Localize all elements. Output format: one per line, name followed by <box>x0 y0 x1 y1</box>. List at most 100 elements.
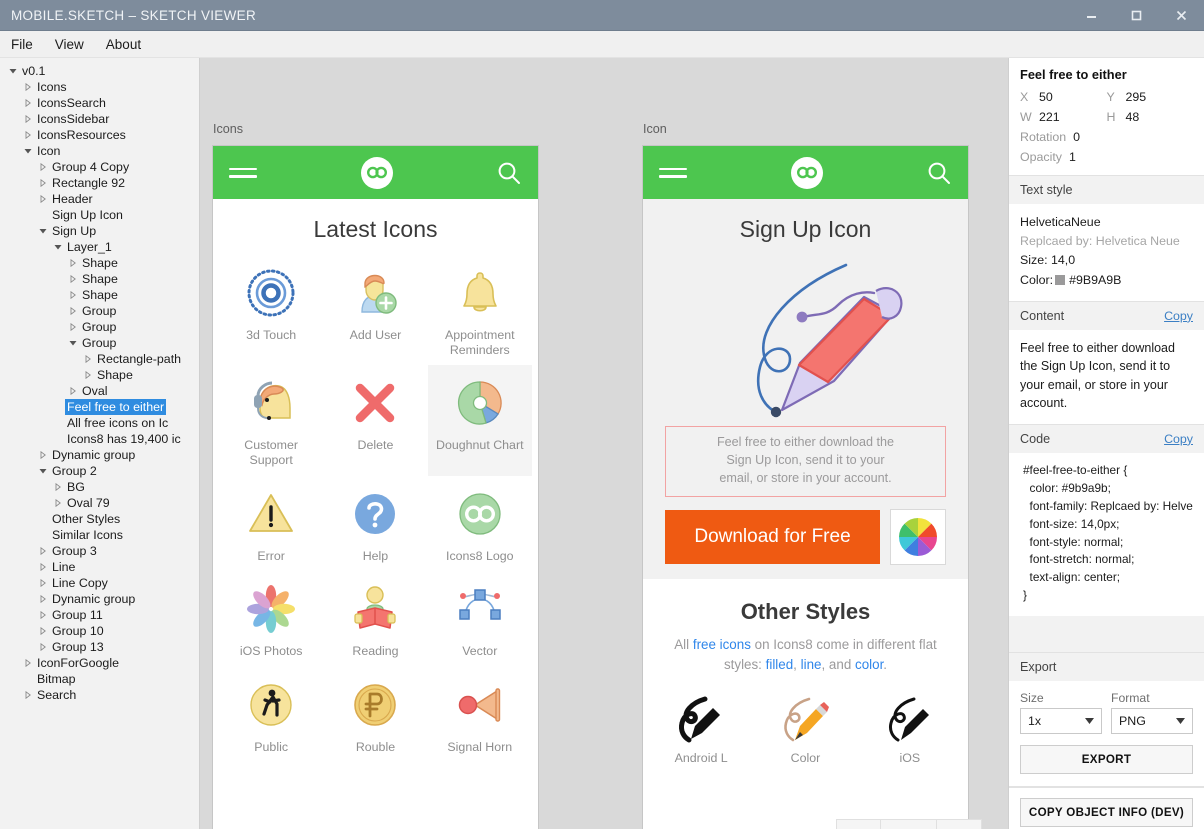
twisty-closed-icon[interactable] <box>66 259 80 267</box>
tree-item[interactable]: All free icons on Ic <box>0 415 199 431</box>
zoom-in-button[interactable]: + <box>837 820 881 829</box>
twisty-closed-icon[interactable] <box>21 115 35 123</box>
tree-item[interactable]: Oval <box>0 383 199 399</box>
artboard-icons[interactable]: Latest Icons 3d Touch Add User Appointment… <box>213 146 538 829</box>
twisty-closed-icon[interactable] <box>36 547 50 555</box>
minimize-icon[interactable] <box>1069 0 1114 31</box>
tree-item[interactable]: Icon <box>0 143 199 159</box>
tree-item[interactable]: Shape <box>0 287 199 303</box>
tree-item[interactable]: Group <box>0 335 199 351</box>
twisty-closed-icon[interactable] <box>36 579 50 587</box>
zoom-control[interactable]: + 100% − <box>836 819 982 829</box>
tree-item[interactable]: Group <box>0 303 199 319</box>
tree-item[interactable]: Rectangle 92 <box>0 175 199 191</box>
tree-item[interactable]: IconsSidebar <box>0 111 199 127</box>
tree-item[interactable]: Shape <box>0 367 199 383</box>
canvas-area[interactable]: Icons Latest Icons 3d Touch Add User App… <box>200 58 1008 829</box>
icon-cell[interactable]: 3d Touch <box>219 255 323 365</box>
tree-item[interactable]: Header <box>0 191 199 207</box>
twisty-closed-icon[interactable] <box>66 307 80 315</box>
icon-cell[interactable]: Add User <box>323 255 427 365</box>
close-icon[interactable] <box>1159 0 1204 31</box>
twisty-closed-icon[interactable] <box>66 387 80 395</box>
icon-cell[interactable]: Reading <box>323 571 427 667</box>
layer-tree-panel[interactable]: v0.1 Icons IconsSearch IconsSidebar IconsRes… <box>0 58 200 829</box>
maximize-icon[interactable] <box>1114 0 1159 31</box>
color-wheel-icon[interactable] <box>890 508 946 565</box>
menu-item-about[interactable]: About <box>95 31 152 58</box>
tree-item[interactable]: v0.1 <box>0 63 199 79</box>
tree-item[interactable]: IconForGoogle <box>0 655 199 671</box>
twisty-open-icon[interactable] <box>6 67 20 75</box>
tree-item[interactable]: IconsSearch <box>0 95 199 111</box>
style-cell[interactable]: iOS <box>858 691 962 765</box>
twisty-closed-icon[interactable] <box>51 483 65 491</box>
artboard-label-icons[interactable]: Icons <box>213 122 243 136</box>
twisty-closed-icon[interactable] <box>36 563 50 571</box>
twisty-closed-icon[interactable] <box>36 643 50 651</box>
tree-item[interactable]: Group 3 <box>0 543 199 559</box>
icon-cell[interactable]: Doughnut Chart <box>427 365 532 476</box>
twisty-closed-icon[interactable] <box>36 611 50 619</box>
copy-code-button[interactable]: Copy <box>1164 432 1193 446</box>
icon-cell[interactable]: Public <box>219 667 323 763</box>
twisty-closed-icon[interactable] <box>66 275 80 283</box>
tree-item[interactable]: Rectangle-path <box>0 351 199 367</box>
tree-item[interactable]: Dynamic group <box>0 591 199 607</box>
tree-item[interactable]: Icons <box>0 79 199 95</box>
icon-cell[interactable]: Rouble <box>323 667 427 763</box>
icon-cell[interactable]: Delete <box>323 365 427 475</box>
twisty-open-icon[interactable] <box>36 467 50 475</box>
link-filled[interactable]: filled <box>766 657 794 672</box>
twisty-closed-icon[interactable] <box>36 179 50 187</box>
icon-cell[interactable]: Appointment Reminders <box>428 255 532 365</box>
twisty-open-icon[interactable] <box>66 339 80 347</box>
format-select[interactable]: PNG <box>1111 708 1193 735</box>
icon-cell[interactable]: Signal Horn <box>428 667 532 763</box>
tree-item[interactable]: Sign Up <box>0 223 199 239</box>
twisty-closed-icon[interactable] <box>66 291 80 299</box>
twisty-closed-icon[interactable] <box>36 595 50 603</box>
tree-item[interactable]: Group 13 <box>0 639 199 655</box>
tree-item[interactable]: Group 11 <box>0 607 199 623</box>
link-free-icons[interactable]: free icons <box>693 637 751 652</box>
hamburger-icon[interactable] <box>659 163 687 183</box>
tree-item[interactable]: Dynamic group <box>0 447 199 463</box>
twisty-closed-icon[interactable] <box>21 83 35 91</box>
twisty-open-icon[interactable] <box>36 227 50 235</box>
artboard-icon[interactable]: Sign Up Icon Feel free to either downloa… <box>643 146 968 829</box>
search-icon[interactable] <box>496 160 522 186</box>
twisty-closed-icon[interactable] <box>36 451 50 459</box>
hamburger-icon[interactable] <box>229 163 257 183</box>
twisty-closed-icon[interactable] <box>51 499 65 507</box>
twisty-closed-icon[interactable] <box>21 659 35 667</box>
tree-item[interactable]: Sign Up Icon <box>0 207 199 223</box>
artboard-label-icon[interactable]: Icon <box>643 122 667 136</box>
twisty-closed-icon[interactable] <box>21 99 35 107</box>
twisty-open-icon[interactable] <box>51 243 65 251</box>
tree-item[interactable]: Line Copy <box>0 575 199 591</box>
download-for-free-button[interactable]: Download for Free <box>665 509 880 564</box>
copy-object-info-button[interactable]: COPY OBJECT INFO (DEV) <box>1020 798 1193 828</box>
tree-item[interactable]: Shape <box>0 255 199 271</box>
twisty-open-icon[interactable] <box>21 147 35 155</box>
menu-item-view[interactable]: View <box>44 31 95 58</box>
tree-item[interactable]: Feel free to either <box>0 399 199 415</box>
twisty-closed-icon[interactable] <box>36 627 50 635</box>
export-button[interactable]: EXPORT <box>1020 745 1193 775</box>
icon-cell[interactable]: Icons8 Logo <box>428 476 532 572</box>
tree-item[interactable]: Group 10 <box>0 623 199 639</box>
search-icon[interactable] <box>926 160 952 186</box>
twisty-closed-icon[interactable] <box>81 371 95 379</box>
twisty-closed-icon[interactable] <box>66 323 80 331</box>
twisty-closed-icon[interactable] <box>21 131 35 139</box>
twisty-closed-icon[interactable] <box>21 691 35 699</box>
tree-item[interactable]: Bitmap <box>0 671 199 687</box>
tree-item[interactable]: IconsResources <box>0 127 199 143</box>
icon-cell[interactable]: Error <box>219 476 323 572</box>
icon-cell[interactable]: Customer Support <box>219 365 323 475</box>
tree-item[interactable]: Group 4 Copy <box>0 159 199 175</box>
link-color[interactable]: color <box>855 657 883 672</box>
tree-item[interactable]: Layer_1 <box>0 239 199 255</box>
tree-item[interactable]: Similar Icons <box>0 527 199 543</box>
